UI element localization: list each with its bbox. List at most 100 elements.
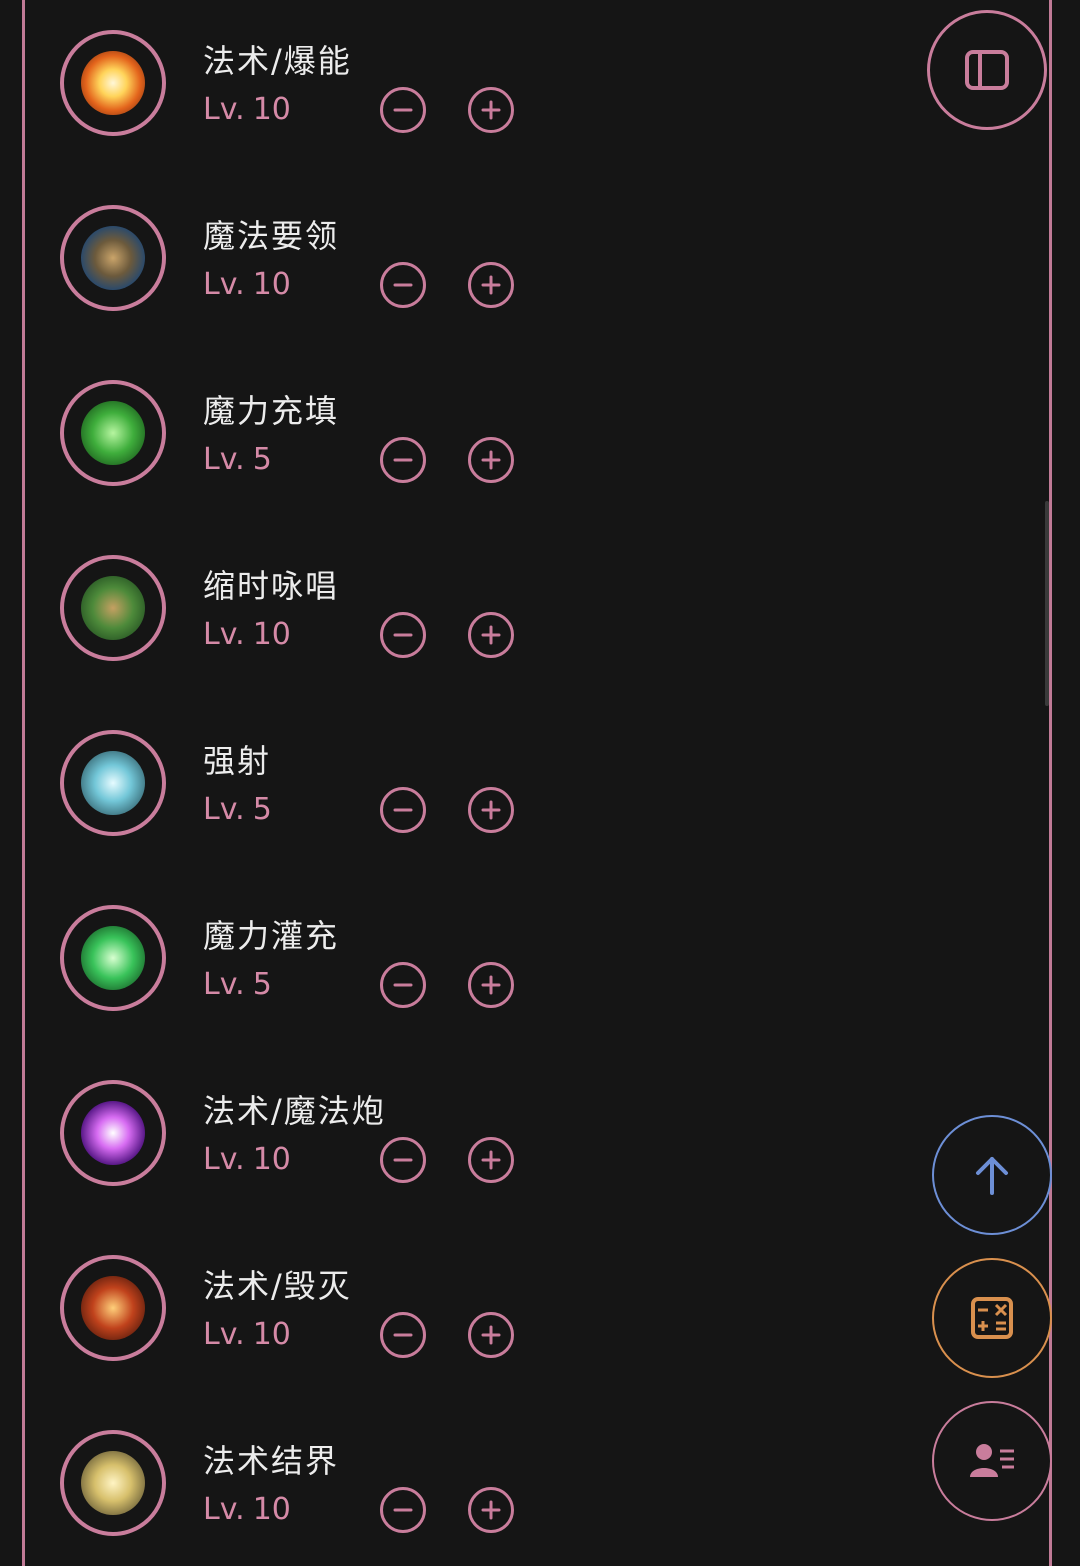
increase-level-button[interactable]	[468, 1137, 514, 1183]
decrease-level-button[interactable]	[380, 1487, 426, 1533]
character-info-button[interactable]	[932, 1401, 1052, 1521]
minus-icon	[393, 283, 413, 287]
decrease-level-button[interactable]	[380, 87, 426, 133]
skill-level: Lv. 10	[203, 1492, 291, 1527]
level-prefix: Lv.	[203, 267, 245, 302]
increase-level-button[interactable]	[468, 1487, 514, 1533]
level-value: 10	[252, 1317, 291, 1352]
sidebar-toggle-button[interactable]	[927, 10, 1047, 130]
burst-spell-icon	[81, 51, 145, 115]
destruction-spell-icon	[81, 1276, 145, 1340]
skill-name: 法术/毁灭	[203, 1267, 352, 1305]
magic-cannon-icon	[81, 1101, 145, 1165]
increase-level-button[interactable]	[468, 1312, 514, 1358]
level-value: 10	[252, 1492, 291, 1527]
skill-name: 魔力充填	[203, 392, 340, 430]
plus-icon	[481, 800, 501, 820]
minus-icon	[393, 983, 413, 987]
mana-infusion-icon	[81, 926, 145, 990]
calculator-button[interactable]	[932, 1258, 1052, 1378]
skill-row: 法术/毁灭 Lv. 10	[58, 1255, 578, 1375]
decrease-level-button[interactable]	[380, 1137, 426, 1183]
plus-icon	[481, 100, 501, 120]
calculator-icon	[971, 1297, 1013, 1339]
skill-name: 法术/爆能	[203, 42, 352, 80]
skill-icon-frame[interactable]	[60, 1080, 166, 1186]
skill-level: Lv. 5	[203, 967, 272, 1002]
skill-name: 缩时咏唱	[203, 567, 340, 605]
sidebar-panel-icon	[965, 50, 1009, 90]
skill-name: 法术/魔法炮	[203, 1092, 386, 1130]
increase-level-button[interactable]	[468, 262, 514, 308]
skill-level: Lv. 10	[203, 1317, 291, 1352]
skill-level: Lv. 5	[203, 792, 272, 827]
skill-icon-frame[interactable]	[60, 30, 166, 136]
level-value: 10	[252, 267, 291, 302]
spell-barrier-icon	[81, 1451, 145, 1515]
level-prefix: Lv.	[203, 442, 245, 477]
skill-row: 魔力灌充 Lv. 5	[58, 905, 578, 1025]
skill-icon-frame[interactable]	[60, 730, 166, 836]
level-prefix: Lv.	[203, 1317, 245, 1352]
plus-icon	[481, 975, 501, 995]
plus-icon	[481, 450, 501, 470]
skill-row: 法术/魔法炮 Lv. 10	[58, 1080, 578, 1200]
level-prefix: Lv.	[203, 617, 245, 652]
skill-icon-frame[interactable]	[60, 205, 166, 311]
increase-level-button[interactable]	[468, 437, 514, 483]
level-value: 5	[252, 792, 272, 827]
minus-icon	[393, 1158, 413, 1162]
skill-level: Lv. 5	[203, 442, 272, 477]
level-prefix: Lv.	[203, 1492, 245, 1527]
decrease-level-button[interactable]	[380, 787, 426, 833]
level-prefix: Lv.	[203, 92, 245, 127]
minus-icon	[393, 1508, 413, 1512]
minus-icon	[393, 108, 413, 112]
increase-level-button[interactable]	[468, 87, 514, 133]
skill-level: Lv. 10	[203, 267, 291, 302]
level-prefix: Lv.	[203, 1142, 245, 1177]
skill-row: 魔力充填 Lv. 5	[58, 380, 578, 500]
skill-name: 法术结界	[203, 1442, 340, 1480]
increase-level-button[interactable]	[468, 612, 514, 658]
user-list-icon	[970, 1444, 1014, 1477]
quick-chant-icon	[81, 576, 145, 640]
scrollbar-thumb[interactable]	[1045, 501, 1049, 706]
skill-icon-frame[interactable]	[60, 1430, 166, 1536]
minus-icon	[393, 1333, 413, 1337]
skill-name: 强射	[203, 742, 272, 780]
level-value: 10	[252, 1142, 291, 1177]
decrease-level-button[interactable]	[380, 1312, 426, 1358]
scroll-to-top-button[interactable]	[932, 1115, 1052, 1235]
skill-row: 法术结界 Lv. 10	[58, 1430, 578, 1550]
magic-essentials-icon	[81, 226, 145, 290]
skill-icon-frame[interactable]	[60, 380, 166, 486]
skill-icon-frame[interactable]	[60, 905, 166, 1011]
skill-level: Lv. 10	[203, 1142, 291, 1177]
skill-level: Lv. 10	[203, 617, 291, 652]
plus-icon	[481, 1500, 501, 1520]
decrease-level-button[interactable]	[380, 437, 426, 483]
level-prefix: Lv.	[203, 792, 245, 827]
increase-level-button[interactable]	[468, 962, 514, 1008]
plus-icon	[481, 625, 501, 645]
minus-icon	[393, 808, 413, 812]
increase-level-button[interactable]	[468, 787, 514, 833]
level-value: 10	[252, 617, 291, 652]
plus-icon	[481, 275, 501, 295]
decrease-level-button[interactable]	[380, 962, 426, 1008]
decrease-level-button[interactable]	[380, 262, 426, 308]
mana-charge-icon	[81, 401, 145, 465]
level-value: 5	[252, 442, 272, 477]
skill-row: 强射 Lv. 5	[58, 730, 578, 850]
skill-row: 魔法要领 Lv. 10	[58, 205, 578, 325]
skill-level: Lv. 10	[203, 92, 291, 127]
decrease-level-button[interactable]	[380, 612, 426, 658]
minus-icon	[393, 458, 413, 462]
level-prefix: Lv.	[203, 967, 245, 1002]
skill-icon-frame[interactable]	[60, 1255, 166, 1361]
power-shot-icon	[81, 751, 145, 815]
skill-row: 法术/爆能 Lv. 10	[58, 30, 578, 150]
plus-icon	[481, 1325, 501, 1345]
skill-icon-frame[interactable]	[60, 555, 166, 661]
